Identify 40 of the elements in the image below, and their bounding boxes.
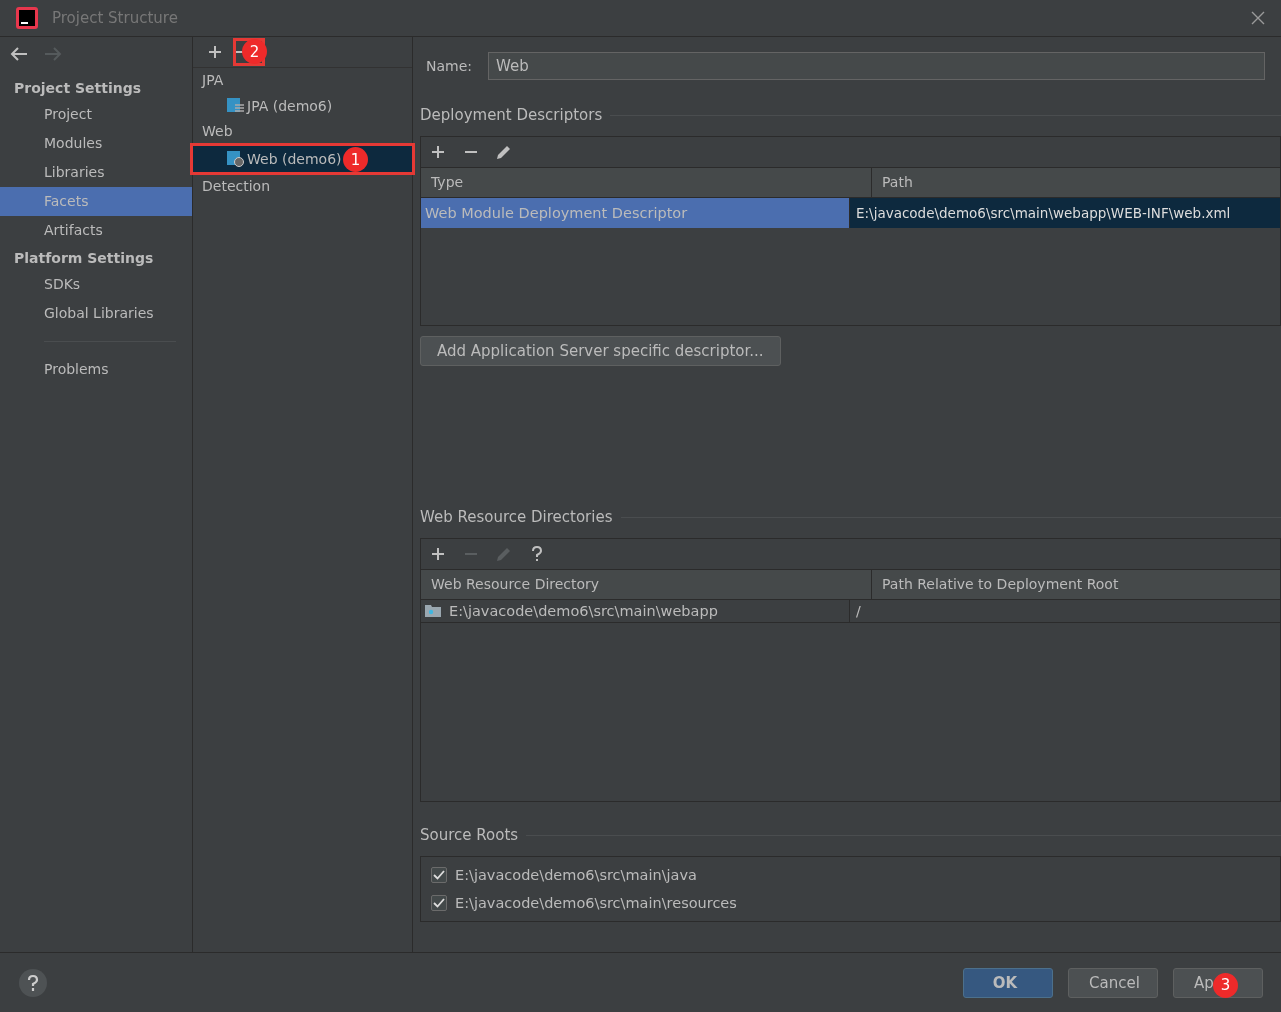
checkbox-label: E:\javacode\demo6\src\main\java [455, 867, 697, 883]
name-label: Name: [426, 58, 473, 74]
add-descriptor-button[interactable]: Add Application Server specific descriptor... [420, 336, 781, 366]
section-heading: Project Settings [13, 79, 143, 98]
table-cell[interactable]: E:\javacode\demo6\src\main\webapp [421, 600, 850, 622]
group-title: Source Roots [420, 826, 519, 844]
sidebar-item[interactable]: SDKs [0, 270, 192, 299]
column-header[interactable]: Web Resource Directory [421, 570, 872, 599]
facet-label: JPA (demo6) [247, 98, 333, 114]
column-header[interactable]: Path [872, 168, 1280, 197]
sidebar-item[interactable]: Project [0, 100, 192, 129]
sidebar-item[interactable]: Libraries [0, 158, 192, 187]
column-header[interactable]: Path Relative to Deployment Root [872, 570, 1280, 599]
annotation-badge: 2 [242, 39, 267, 64]
tree-group-label: Web [201, 122, 234, 141]
dialog-button[interactable]: OK [963, 967, 1053, 998]
table-cell[interactable]: E:\javacode\demo6\src\main\webapp\WEB-INF\web.xml [850, 198, 1280, 228]
section-heading: Platform Settings [13, 249, 155, 268]
name-field[interactable]: Web [488, 52, 1265, 80]
annotation-badge: 1 [343, 147, 368, 172]
sidebar-item[interactable]: Artifacts [0, 216, 192, 245]
sidebar-item[interactable]: Modules [0, 129, 192, 158]
sidebar-item[interactable]: Problems [0, 355, 192, 384]
cell-text: / [856, 603, 861, 619]
checkbox-label: E:\javacode\demo6\src\main\resources [455, 895, 737, 911]
tree-group-label: JPA [200, 71, 225, 90]
column-header[interactable]: Type [421, 168, 872, 197]
group-title: Web Resource Directories [420, 508, 613, 526]
dialog-button[interactable]: Ap 3 [1173, 967, 1263, 998]
table-cell[interactable]: / [850, 600, 1280, 622]
facet-label: Web (demo6) [247, 151, 342, 167]
annotation-badge: 3 [1213, 972, 1238, 998]
tree-group-label: Detection [201, 177, 271, 196]
cell-text: E:\javacode\demo6\src\main\webapp [449, 603, 718, 619]
group-title: Deployment Descriptors [420, 106, 603, 124]
tree-item[interactable]: Web (demo6) 1 [193, 146, 412, 172]
window-title: Project Structure [52, 9, 179, 27]
dialog-button[interactable]: Cancel [1068, 967, 1158, 998]
tree-item[interactable]: JPA (demo6) [193, 93, 412, 119]
sidebar-item[interactable]: Global Libraries [0, 299, 192, 328]
